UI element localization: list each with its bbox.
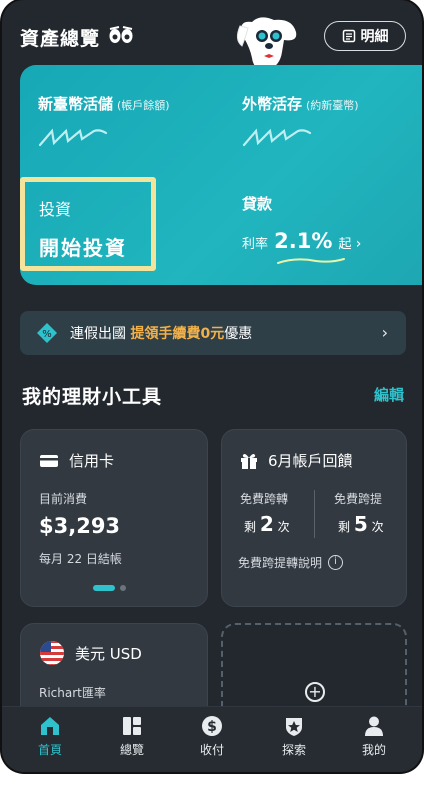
promo-text-after: 優惠: [224, 326, 253, 342]
credit-card-header: 信用卡: [39, 450, 114, 471]
promo-text-before: 連假出國: [70, 326, 131, 342]
withdraw-unit: 次: [371, 520, 384, 534]
tab-profile[interactable]: 我的: [334, 715, 414, 758]
transfer-count: 2: [259, 512, 274, 536]
tab-payments[interactable]: $ 收付: [172, 715, 252, 758]
fx-title: 美元 USD: [75, 644, 142, 663]
hidden-amount-scribble: [38, 128, 108, 147]
info-label: 免費跨提轉說明: [238, 556, 323, 570]
free-transfer-remaining: 剩 2 次: [244, 512, 290, 536]
overview-icon: [123, 717, 141, 735]
page-dot-active: [93, 585, 115, 591]
eyes-icon[interactable]: [109, 26, 133, 44]
svg-text:$: $: [207, 719, 217, 735]
tab-label: 我的: [361, 743, 386, 757]
dollar-icon: $: [202, 716, 222, 736]
loan-cell[interactable]: 貸款: [242, 193, 272, 214]
promo-highlight: 提領手續費0元: [130, 326, 225, 342]
free-transfer-label: 免費跨轉: [240, 492, 289, 506]
free-withdraw-remaining: 剩 5 次: [338, 512, 384, 536]
foreign-deposit-sub: (約新臺幣): [306, 99, 359, 112]
twd-deposit-cell[interactable]: 新臺幣活儲 (帳戶餘額): [38, 93, 170, 114]
detail-button[interactable]: 明細: [324, 21, 406, 51]
credit-card-widget[interactable]: 信用卡 目前消費 $3,293 每月 22 日結帳: [20, 429, 208, 607]
page-dot: [120, 585, 126, 591]
loan-rate-prefix: 利率: [242, 237, 269, 252]
page-title: 資產總覽: [20, 28, 101, 50]
twd-deposit-label: 新臺幣活儲: [38, 95, 114, 113]
foreign-deposit-cell[interactable]: 外幣活存 (約新臺幣): [242, 93, 359, 114]
transfer-unit: 次: [277, 520, 290, 534]
withdraw-count: 5: [353, 512, 368, 536]
tab-label: 收付: [199, 743, 224, 757]
twd-deposit-sub: (帳戶餘額): [117, 99, 170, 112]
info-icon: i: [328, 555, 344, 570]
promo-banner[interactable]: % 連假出國 提領手續費0元優惠 ›: [20, 311, 406, 355]
spend-amount: $3,293: [39, 514, 121, 538]
tab-label: 首頁: [37, 743, 62, 757]
svg-text:%: %: [42, 329, 52, 340]
ticket-icon: %: [37, 323, 57, 343]
fx-rate-label: Richart匯率: [39, 686, 106, 700]
account-rewards-widget[interactable]: 6月帳戶回饋 免費跨轉 剩 2 次 免費跨提 剩 5 次 免費跨提轉說明 i: [221, 429, 407, 607]
detail-button-label: 明細: [360, 29, 389, 45]
header: 資產總覽 明細: [2, 0, 422, 71]
rewards-title: 6月帳戶回饋: [268, 452, 353, 470]
loan-rate[interactable]: 利率 2.1% 起 ›: [242, 229, 361, 253]
page-indicator[interactable]: [93, 585, 126, 591]
edit-button[interactable]: 編輯: [374, 384, 404, 405]
fx-header: 美元 USD: [39, 640, 142, 666]
tab-overview[interactable]: 總覽: [92, 715, 172, 758]
promo-text: 連假出國 提領手續費0元優惠: [70, 323, 252, 343]
hidden-amount-scribble: [242, 128, 312, 147]
loan-rate-value: 2.1%: [274, 229, 333, 253]
asset-overview-card: 新臺幣活儲 (帳戶餘額) 外幣活存 (約新臺幣) 投資 開始投資 貸款 利率 2.1…: [20, 65, 422, 285]
foreign-deposit-label: 外幣活存: [242, 95, 303, 113]
investment-label: 投資: [39, 200, 72, 219]
tab-home[interactable]: 首頁: [10, 715, 90, 758]
shield-star-icon: [286, 718, 302, 736]
home-icon: [41, 717, 59, 735]
free-withdraw-label: 免費跨提: [334, 492, 383, 506]
start-investing-link[interactable]: 開始投資: [39, 232, 127, 261]
person-icon: [365, 716, 383, 736]
credit-card-title: 信用卡: [69, 452, 115, 470]
us-flag-icon: [40, 641, 64, 665]
spend-label: 目前消費: [39, 492, 88, 506]
rewards-header: 6月帳戶回饋: [240, 450, 353, 471]
loan-label: 貸款: [242, 195, 273, 213]
tab-explore[interactable]: 探索: [254, 715, 334, 758]
withdraw-prefix: 剩: [338, 520, 351, 534]
loan-rate-suffix: 起: [338, 237, 352, 252]
gift-icon: [241, 453, 257, 469]
bottom-tab-bar: 首頁 總覽 $ 收付 探索 我的: [2, 706, 422, 772]
divider: [314, 490, 315, 538]
list-doc-icon: [342, 29, 355, 43]
chevron-right-icon: ›: [381, 323, 388, 342]
tab-label: 總覽: [119, 743, 144, 757]
plus-icon: +: [305, 682, 325, 702]
billing-date: 每月 22 日結帳: [39, 552, 122, 566]
underline-swoosh: [277, 258, 345, 264]
credit-card-icon: [40, 454, 58, 467]
free-fee-info-link[interactable]: 免費跨提轉說明 i: [238, 554, 344, 571]
app-screen: 資產總覽 明細 新臺幣活儲 (帳戶餘額) 外幣活存 (約新臺幣) 投資 開始投資…: [2, 0, 422, 772]
investment-cell[interactable]: 投資 開始投資: [20, 177, 156, 271]
tab-label: 探索: [281, 743, 306, 757]
chevron-right-icon: ›: [355, 236, 362, 252]
transfer-prefix: 剩: [244, 520, 257, 534]
tools-section-title: 我的理財小工具: [22, 386, 163, 408]
